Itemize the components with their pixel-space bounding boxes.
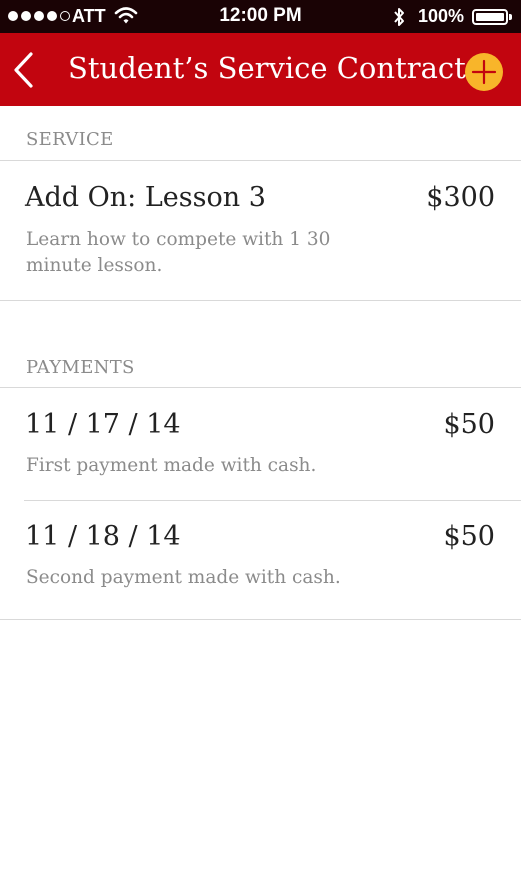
service-amount: $300 [426,182,495,213]
page-title: Student’s Service Contract [68,51,466,85]
plus-icon [471,59,497,85]
service-item[interactable]: Add On: Lesson 3 $300 Learn how to compe… [0,161,521,300]
divider [0,619,521,620]
battery-tip [509,14,512,20]
payment-row[interactable]: 11 / 17 / 14 $50 First payment made with… [0,388,521,500]
payment-date: 11 / 18 / 14 [25,521,181,552]
service-title: Add On: Lesson 3 [25,182,266,213]
section-header-payments: PAYMENTS [26,357,135,378]
payment-description: Second payment made with cash. [26,567,341,588]
bluetooth-icon [392,6,406,33]
section-header-service: SERVICE [26,129,114,150]
chevron-left-icon [14,52,33,88]
back-button[interactable] [6,49,42,91]
nav-bar: Student’s Service Contract [0,33,521,106]
battery-percent: 100% [418,6,465,26]
payment-amount: $50 [443,521,495,552]
payment-row[interactable]: 11 / 18 / 14 $50 Second payment made wit… [0,501,521,619]
payment-date: 11 / 17 / 14 [25,409,181,440]
add-button[interactable] [465,53,503,91]
service-description: Learn how to compete with 1 30 minute le… [26,229,331,276]
status-bar: ATT 12:00 PM 100% [0,0,521,33]
divider [0,300,521,301]
payment-description: First payment made with cash. [26,455,317,476]
payment-amount: $50 [443,409,495,440]
battery-icon [472,9,508,25]
